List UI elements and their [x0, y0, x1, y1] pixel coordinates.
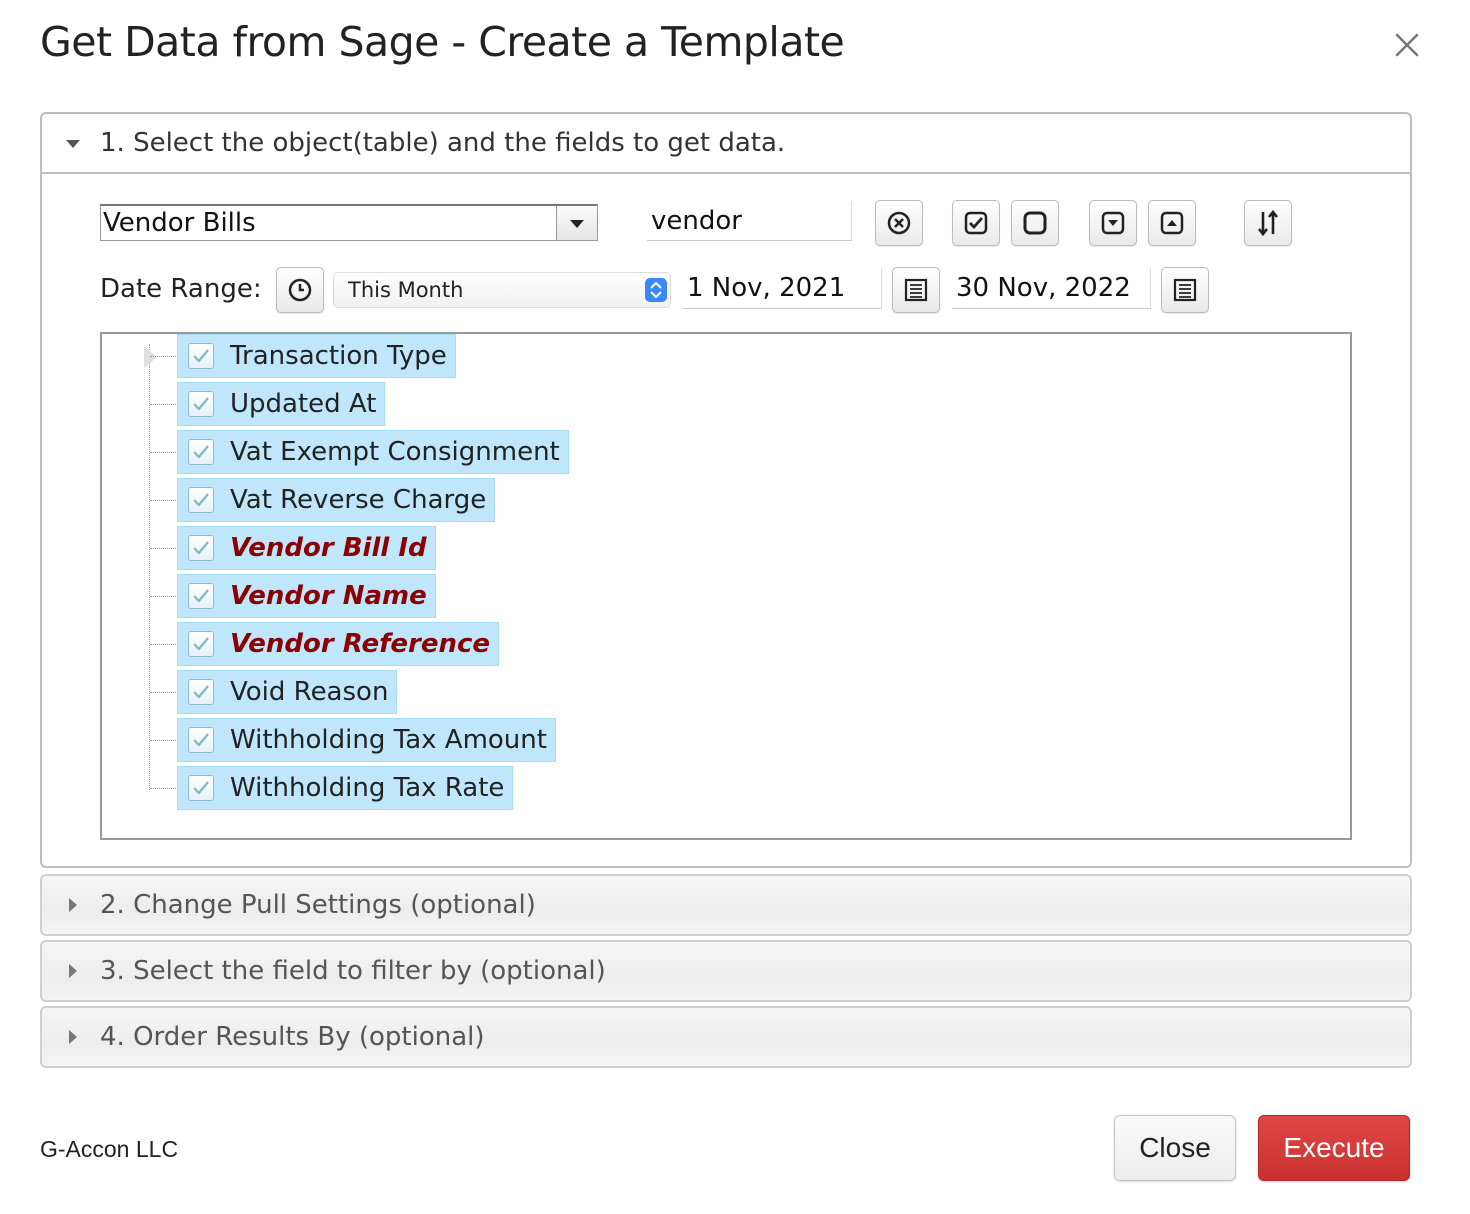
- tree-field-item[interactable]: Vendor Name: [177, 574, 436, 618]
- company-name: G-Accon LLC: [40, 1136, 179, 1162]
- clock-icon: [288, 278, 312, 302]
- tree-connector: [150, 692, 176, 693]
- date-range-preset-value: This Month: [348, 278, 464, 302]
- tree-connector: [150, 644, 176, 645]
- close-icon[interactable]: [1390, 28, 1424, 62]
- section-order-results[interactable]: 4. Order Results By (optional): [40, 1006, 1412, 1068]
- tree-field-item[interactable]: Transaction Type: [177, 334, 456, 378]
- section-2-label: 2. Change Pull Settings (optional): [100, 890, 536, 920]
- date-to-calendar-button[interactable]: [1161, 267, 1209, 313]
- checkbox-checked-icon[interactable]: [188, 487, 214, 513]
- date-from-input[interactable]: [683, 268, 882, 309]
- tree-field-item[interactable]: Vat Reverse Charge: [177, 478, 496, 522]
- checkbox-checked-icon[interactable]: [188, 583, 214, 609]
- tree-field-label: Withholding Tax Rate: [230, 773, 505, 803]
- section-pull-settings[interactable]: 2. Change Pull Settings (optional): [40, 874, 1412, 936]
- tree-field-label: Vat Exempt Consignment: [230, 437, 560, 467]
- date-range-clock-button[interactable]: [276, 267, 324, 313]
- tree-connector: [150, 500, 176, 501]
- tree-connector: [150, 356, 176, 357]
- date-to-input[interactable]: [952, 268, 1151, 309]
- collapse-all-icon: [1160, 211, 1184, 235]
- checkbox-checked-icon[interactable]: [188, 391, 214, 417]
- checkbox-checked-icon[interactable]: [188, 727, 214, 753]
- checkbox-checked-icon[interactable]: [188, 775, 214, 801]
- sort-icon: [1257, 209, 1279, 237]
- tree-field-item[interactable]: Withholding Tax Rate: [177, 766, 514, 810]
- close-button[interactable]: Close: [1114, 1115, 1236, 1181]
- checkbox-checked-icon[interactable]: [188, 679, 214, 705]
- object-select-value: Vendor Bills: [103, 208, 256, 238]
- section-4-label: 4. Order Results By (optional): [100, 1022, 485, 1052]
- collapse-arrow-icon: [66, 140, 80, 148]
- tree-field-label: Transaction Type: [230, 341, 447, 371]
- tree-connector: [150, 788, 176, 789]
- select-spinner-icon: [645, 278, 667, 302]
- tree-field-label: Vat Reverse Charge: [230, 485, 487, 515]
- tree-field-label: Vendor Bill Id: [230, 533, 427, 563]
- chevron-down-icon: [570, 220, 584, 228]
- tree-connector: [150, 548, 176, 549]
- tree-field-item[interactable]: Updated At: [177, 382, 386, 426]
- tree-field-label: Vendor Name: [230, 581, 427, 611]
- expand-all-button[interactable]: [1089, 200, 1137, 246]
- section-1-header[interactable]: 1. Select the object(table) and the fiel…: [42, 114, 1410, 174]
- tree-field-item[interactable]: Withholding Tax Amount: [177, 718, 556, 762]
- calendar-icon: [1173, 278, 1197, 302]
- dialog-title: Get Data from Sage - Create a Template: [40, 18, 845, 66]
- object-select[interactable]: Vendor Bills: [100, 204, 598, 241]
- checkbox-checked-icon[interactable]: [188, 631, 214, 657]
- expand-all-icon: [1101, 211, 1125, 235]
- section-3-label: 3. Select the field to filter by (option…: [100, 956, 606, 986]
- checkbox-checked-icon[interactable]: [188, 439, 214, 465]
- tree-field-label: Vendor Reference: [230, 629, 491, 659]
- section-select-object: 1. Select the object(table) and the fiel…: [40, 112, 1412, 868]
- date-range-label: Date Range:: [100, 274, 262, 304]
- check-all-button[interactable]: [952, 200, 1000, 246]
- sort-button[interactable]: [1244, 200, 1292, 246]
- tree-field-item[interactable]: Vendor Bill Id: [177, 526, 436, 570]
- tree-connector: [149, 344, 150, 790]
- uncheck-all-button[interactable]: [1011, 200, 1059, 246]
- tree-expander-icon[interactable]: [144, 346, 157, 368]
- tree-field-item[interactable]: Void Reason: [177, 670, 398, 714]
- execute-button[interactable]: Execute: [1258, 1115, 1410, 1181]
- clear-search-icon: [887, 211, 911, 235]
- tree-field-label: Void Reason: [230, 677, 389, 707]
- tree-field-label: Updated At: [230, 389, 377, 419]
- tree-connector: [150, 740, 176, 741]
- section-1-label: 1. Select the object(table) and the fiel…: [100, 128, 786, 158]
- uncheck-all-icon: [1023, 211, 1047, 235]
- tree-field-label: Withholding Tax Amount: [230, 725, 547, 755]
- object-select-button[interactable]: [556, 206, 597, 240]
- checkbox-checked-icon[interactable]: [188, 535, 214, 561]
- section-filter-field[interactable]: 3. Select the field to filter by (option…: [40, 940, 1412, 1002]
- field-tree: Transaction Type Updated At Vat Exempt Con…: [100, 332, 1352, 840]
- field-search-input[interactable]: [647, 202, 852, 241]
- tree-connector: [150, 452, 176, 453]
- tree-field-item[interactable]: Vat Exempt Consignment: [177, 430, 569, 474]
- calendar-icon: [904, 278, 928, 302]
- date-from-calendar-button[interactable]: [892, 267, 940, 313]
- collapse-all-button[interactable]: [1148, 200, 1196, 246]
- expand-arrow-icon: [69, 898, 77, 912]
- check-all-icon: [964, 211, 988, 235]
- tree-connector: [150, 596, 176, 597]
- expand-arrow-icon: [69, 964, 77, 978]
- checkbox-checked-icon[interactable]: [188, 343, 214, 369]
- clear-search-button[interactable]: [875, 200, 923, 246]
- tree-field-item[interactable]: Vendor Reference: [177, 622, 500, 666]
- expand-arrow-icon: [69, 1030, 77, 1044]
- tree-connector: [150, 404, 176, 405]
- date-range-preset-select[interactable]: This Month: [333, 272, 671, 308]
